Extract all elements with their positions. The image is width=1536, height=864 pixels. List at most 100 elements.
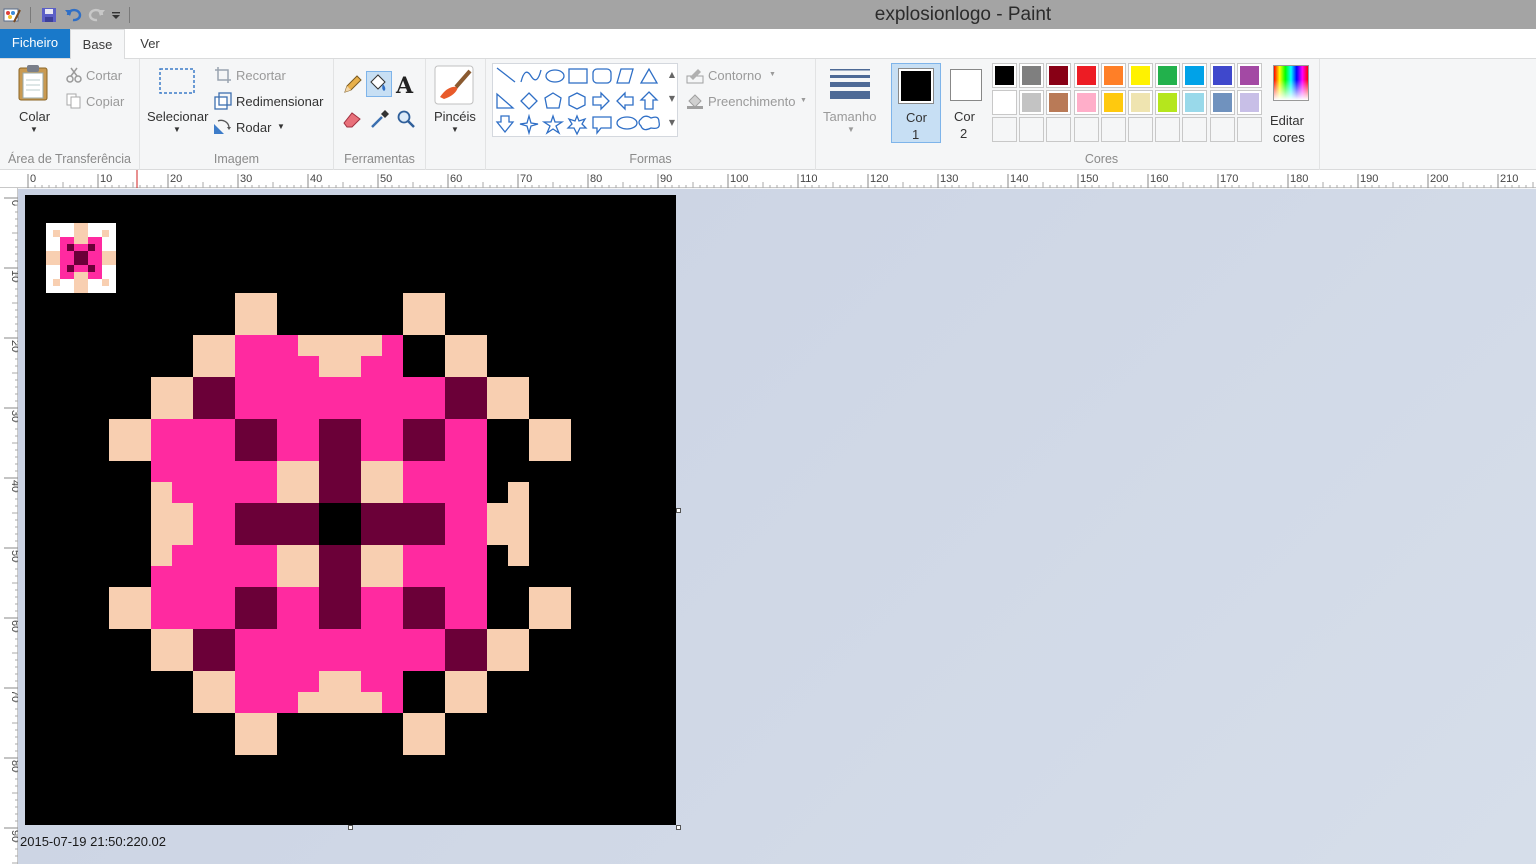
rotate-dropdown-icon[interactable]: ▼ (277, 122, 285, 131)
palette-swatch[interactable] (992, 63, 1017, 88)
thumbnail-beige (74, 237, 88, 244)
palette-swatch[interactable] (1100, 63, 1126, 88)
pixel-beige (277, 545, 319, 587)
cut-button[interactable]: Cortar (86, 68, 122, 83)
palette-swatch[interactable] (1209, 90, 1235, 115)
tab-view[interactable]: Ver (130, 29, 170, 59)
ribbon-tabs: Ficheiro Base Ver (0, 29, 1536, 60)
thumbnail-beige (53, 279, 60, 286)
ruler-label: 100 (730, 173, 748, 185)
tools-group-label: Ferramentas (344, 152, 415, 166)
color1-fill (901, 71, 931, 101)
shapes-scroll-down-icon[interactable]: ▼ (666, 87, 678, 111)
ruler-label: 200 (1430, 173, 1448, 185)
palette-custom-slot[interactable] (992, 117, 1017, 142)
size-label: Tamanho (823, 109, 877, 124)
resize-handle-right[interactable] (676, 508, 681, 513)
ruler-label: 90 (660, 173, 672, 185)
ruler-label: 150 (1080, 173, 1098, 185)
thumbnail-beige (74, 272, 88, 279)
rotate-button[interactable]: Rodar (236, 120, 271, 135)
palette-swatch[interactable] (1046, 90, 1072, 115)
palette-swatch[interactable] (1182, 90, 1208, 115)
pencil-icon[interactable] (342, 75, 362, 95)
pixel-black (319, 503, 361, 545)
rotate-icon (214, 119, 231, 134)
shapes-scroll[interactable]: ▲ ▼ ▼ (666, 63, 678, 137)
fill-bucket-icon (370, 74, 386, 91)
size-button[interactable] (828, 67, 872, 101)
fill-tool-button[interactable] (366, 71, 392, 97)
paste-icon (18, 65, 48, 101)
ruler-label: 120 (870, 173, 888, 185)
palette-custom-slot[interactable] (1046, 117, 1072, 142)
palette-swatch[interactable] (1209, 63, 1235, 88)
palette-swatch[interactable] (1182, 63, 1208, 88)
palette-custom-slot[interactable] (1073, 117, 1099, 142)
size-dropdown-icon[interactable]: ▼ (847, 125, 855, 134)
palette-swatch[interactable] (1155, 63, 1181, 88)
pixel-beige (193, 671, 235, 713)
ruler-label: 110 (800, 173, 818, 185)
pixel-beige (109, 587, 151, 629)
pixel-beige (235, 713, 277, 755)
magnifier-icon[interactable] (396, 109, 416, 129)
pixel-beige (298, 692, 382, 713)
ruler-label: 80 (9, 760, 18, 772)
paste-label: Colar (19, 109, 51, 124)
select-dropdown-icon[interactable]: ▼ (173, 125, 181, 134)
select-icon (159, 68, 195, 94)
pixel-beige (487, 377, 529, 419)
palette-swatch[interactable] (1155, 90, 1181, 115)
outline-dropdown-icon[interactable]: ▼ (769, 71, 776, 78)
palette-swatch[interactable] (992, 90, 1017, 115)
pixel-beige (151, 377, 193, 419)
palette-custom-slot[interactable] (1128, 117, 1153, 142)
palette-swatch[interactable] (1100, 90, 1126, 115)
edit-colors-button[interactable]: Editar cores (1270, 63, 1314, 145)
palette-swatch[interactable] (1073, 63, 1099, 88)
copy-button[interactable]: Copiar (86, 94, 124, 109)
color2-button[interactable]: Cor 2 (944, 63, 988, 143)
pixel-beige (235, 293, 277, 335)
color1-label-line2: 1 (912, 127, 920, 142)
color1-button[interactable]: Cor 1 (891, 63, 941, 143)
palette-swatch[interactable] (1236, 90, 1262, 115)
pixel-beige (361, 545, 403, 587)
tab-file[interactable]: Ficheiro (0, 29, 70, 58)
palette-swatch[interactable] (1019, 63, 1045, 88)
palette-custom-slot[interactable] (1182, 117, 1208, 142)
shapes-more-icon[interactable]: ▼ (666, 111, 678, 135)
palette-swatch[interactable] (1019, 90, 1045, 115)
palette-swatch[interactable] (1236, 63, 1262, 88)
shapes-scroll-up-icon[interactable]: ▲ (666, 63, 678, 87)
palette-custom-slot[interactable] (1019, 117, 1045, 142)
palette-swatch[interactable] (1128, 90, 1153, 115)
fill-button[interactable]: Preenchimento (708, 94, 795, 109)
outline-button[interactable]: Contorno (708, 68, 761, 83)
resize-handle-bottom[interactable] (348, 825, 353, 830)
palette-custom-slot[interactable] (1209, 117, 1235, 142)
crop-button[interactable]: Recortar (236, 68, 286, 83)
palette-swatch[interactable] (1073, 90, 1099, 115)
pixel-dark (235, 587, 277, 629)
tab-home[interactable]: Base (70, 29, 125, 60)
palette-custom-slot[interactable] (1155, 117, 1181, 142)
paste-dropdown-icon[interactable]: ▼ (30, 125, 38, 134)
color-picker-icon[interactable] (370, 109, 390, 129)
palette-swatch-color (1022, 66, 1042, 85)
thumbnail-dark (67, 244, 74, 251)
drawing-canvas[interactable] (25, 195, 676, 825)
text-tool-icon[interactable]: A (396, 73, 413, 99)
shapes-gallery[interactable] (492, 63, 678, 137)
resize-button[interactable]: Redimensionar (236, 94, 323, 109)
fill-dropdown-icon[interactable]: ▼ (800, 97, 807, 104)
ruler-label: 20 (170, 173, 182, 185)
brushes-dropdown-icon[interactable]: ▼ (451, 125, 459, 134)
palette-swatch[interactable] (1046, 63, 1072, 88)
palette-swatch[interactable] (1128, 63, 1153, 88)
resize-handle-corner[interactable] (676, 825, 681, 830)
palette-custom-slot[interactable] (1236, 117, 1262, 142)
palette-custom-slot[interactable] (1100, 117, 1126, 142)
eraser-icon[interactable] (342, 109, 362, 129)
